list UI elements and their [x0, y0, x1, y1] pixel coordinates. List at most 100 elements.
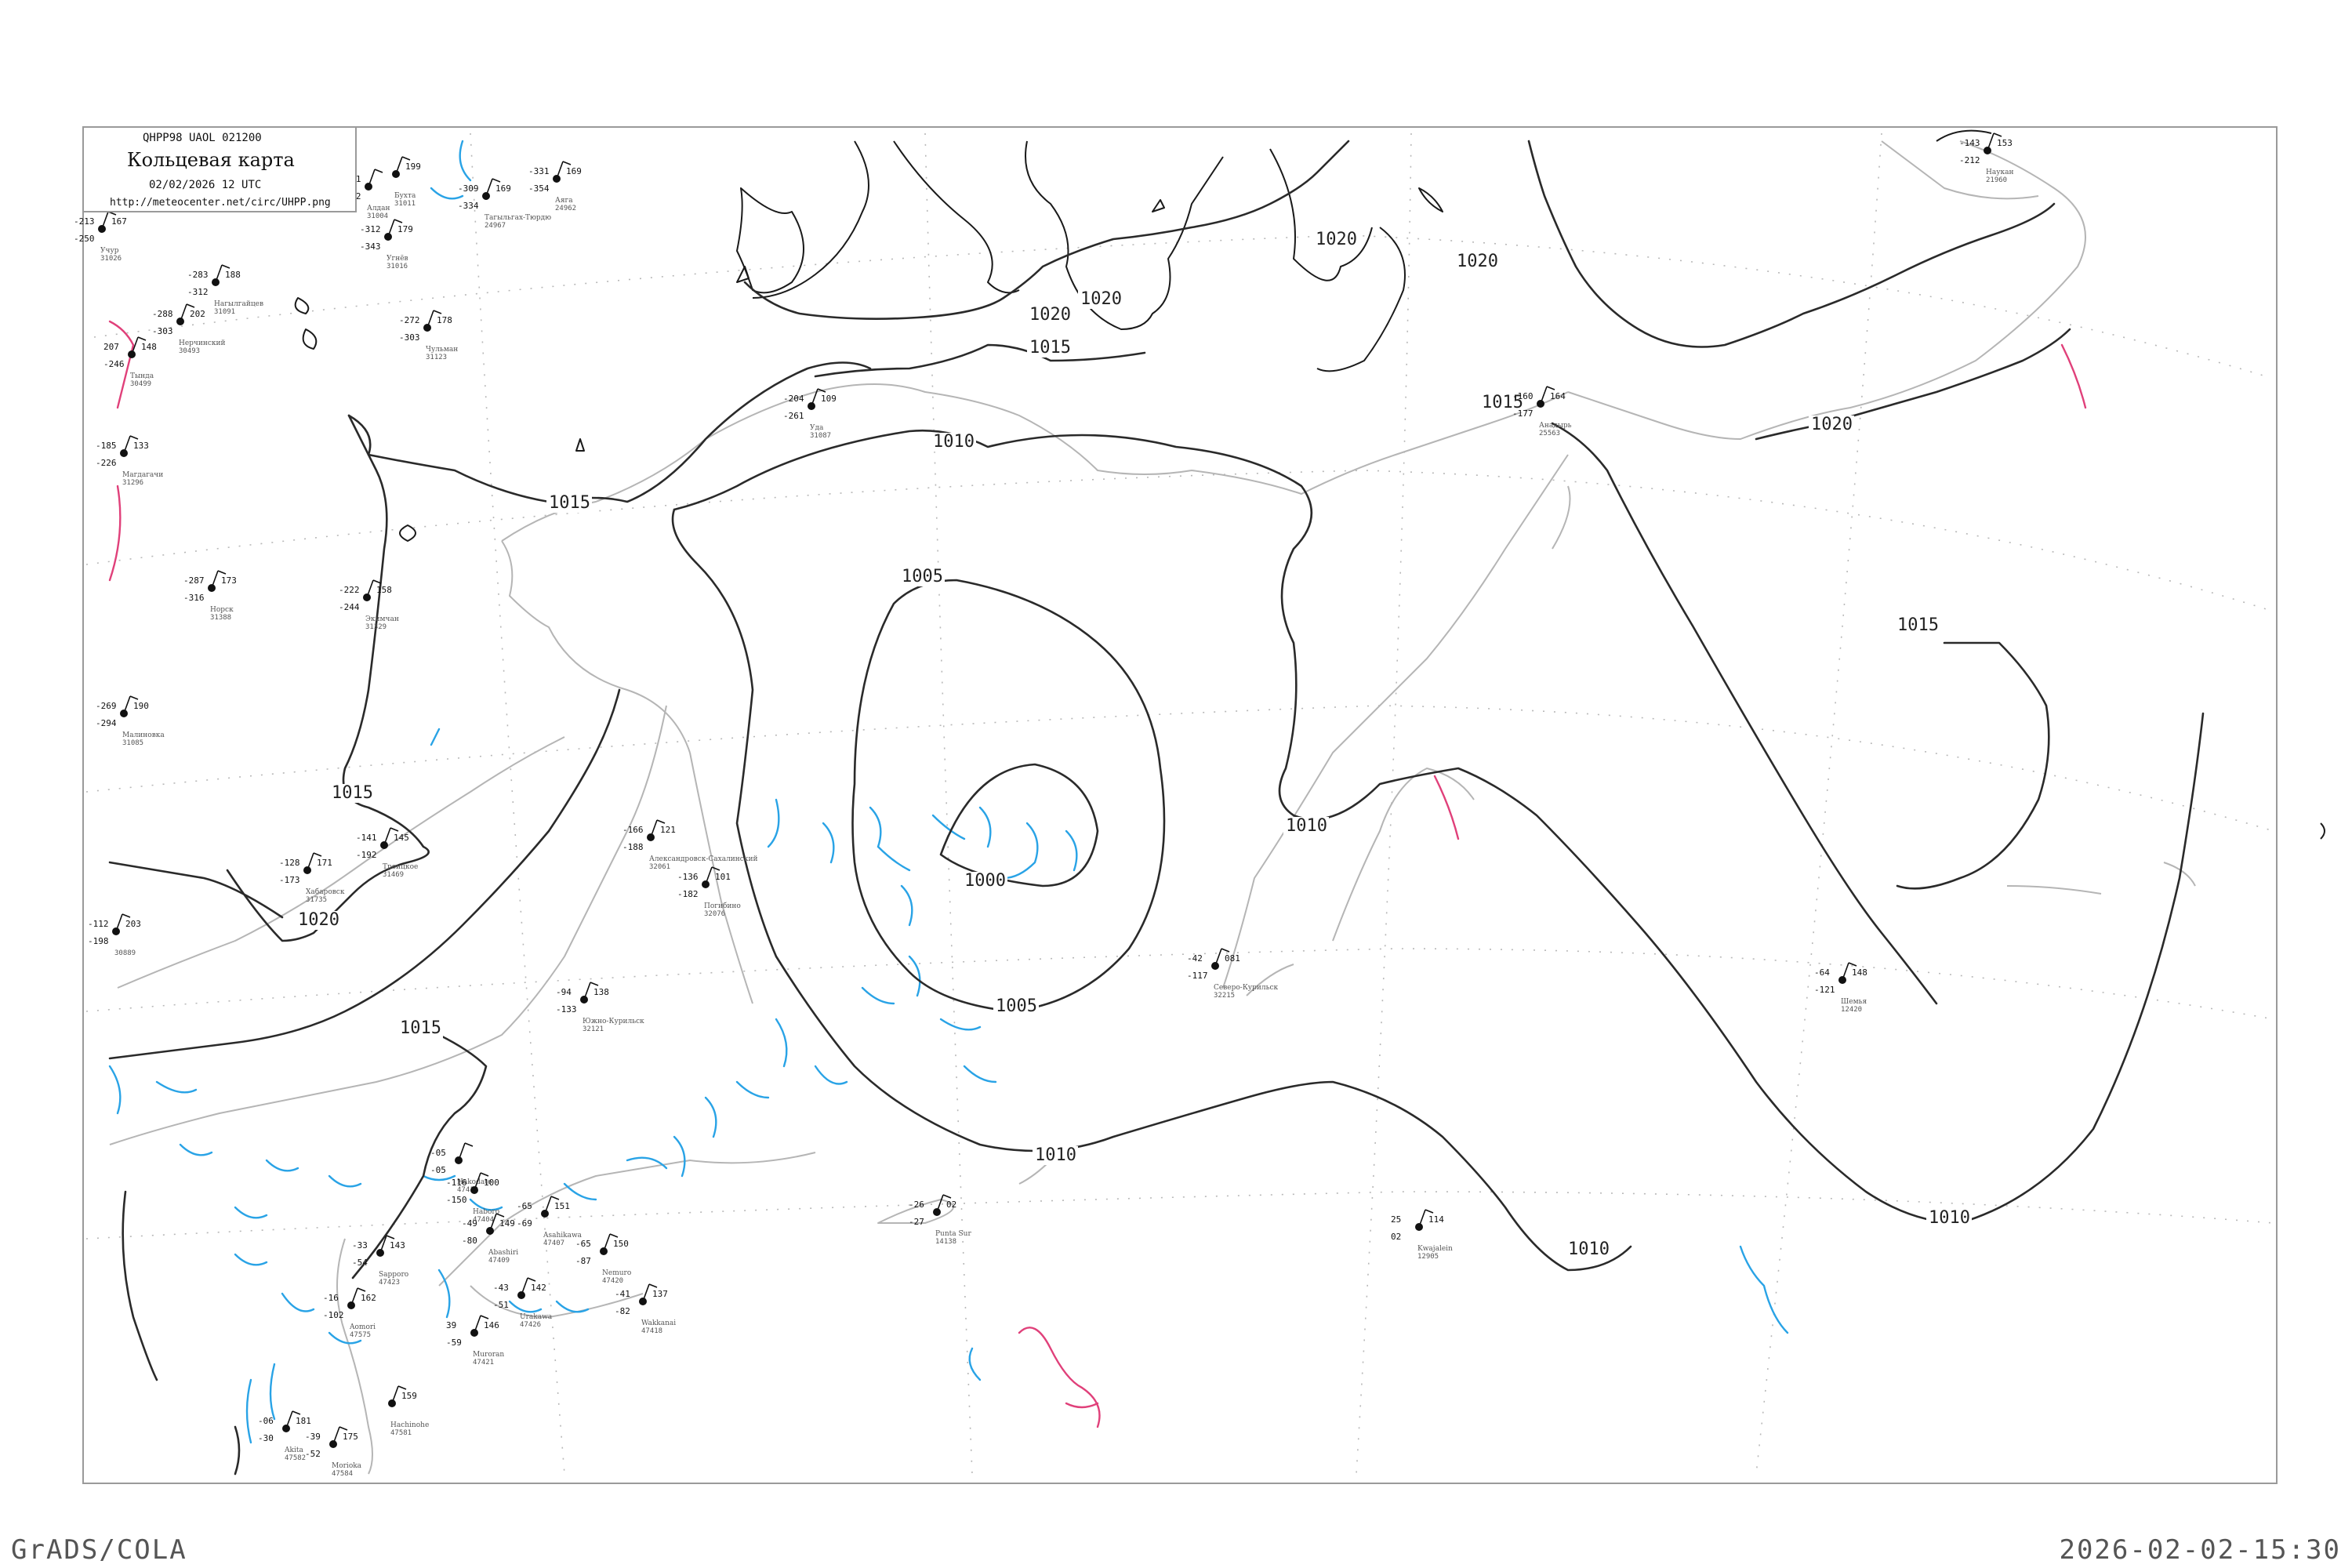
footer-timestamp: 2026-02-02-15:30 [2059, 1534, 2341, 1566]
station-id: 31026 [100, 255, 122, 263]
isobars [108, 140, 2205, 1475]
header-url: http://meteocenter.net/circ/UHPP.png [110, 197, 331, 209]
station-name: Haboro [473, 1208, 499, 1216]
station-plot: -141 145 -192 Троицкое31469 [356, 827, 418, 879]
station-plot: -143 153 -212 Наукан21960 [1959, 132, 2014, 184]
station-temperature: -33 [352, 1240, 368, 1250]
station-pressure: 169 [495, 183, 511, 194]
station-id: 21960 [1986, 176, 2007, 184]
station-temperature: 39 [446, 1320, 456, 1330]
station-id: 47584 [332, 1470, 353, 1478]
isobar-label: 1015 [329, 783, 375, 803]
station-name: Morioka [332, 1462, 362, 1470]
station-temperature: -204 [783, 394, 804, 404]
coastlines [109, 140, 2196, 1475]
station-plot: 25 114 02 Kwajalein12905 [1391, 1209, 1453, 1261]
station-pressure: 100 [484, 1178, 499, 1188]
station-dewpoint: -150 [446, 1195, 467, 1205]
station-pressure: 199 [405, 162, 421, 172]
station-name: Aomori [349, 1323, 376, 1331]
station-pressure: 145 [394, 833, 409, 843]
station-name: Akita [284, 1446, 303, 1454]
station-name: Северо-Курильск [1214, 984, 1279, 992]
isobar-label: 1010 [931, 432, 976, 452]
station-id: 24967 [485, 222, 506, 230]
station-id: 31087 [810, 432, 831, 440]
station-temperature: -64 [1814, 967, 1830, 978]
station-dewpoint: -102 [323, 1310, 344, 1320]
header-code: QHPP98 UAOL 021200 [143, 132, 262, 144]
station-plot: -213 167 -250 Учур31026 [74, 211, 127, 263]
station-pressure: 164 [1550, 391, 1566, 401]
station-dewpoint: -246 [103, 359, 125, 369]
station-name: Nemuro [602, 1269, 631, 1277]
station-pressure: 203 [125, 919, 141, 929]
station-temperature: -269 [96, 701, 117, 711]
station-name: Учур [100, 247, 119, 255]
station-dewpoint: -182 [677, 889, 699, 899]
station-dewpoint: -117 [1187, 971, 1208, 981]
svg-text:1020: 1020 [1457, 252, 1498, 271]
station-pressure: 121 [660, 825, 676, 835]
station-pressure: 175 [343, 1432, 358, 1442]
isobar-label: 1010 [1033, 1145, 1078, 1165]
station-pressure: 167 [111, 216, 127, 227]
station-dewpoint: -198 [88, 936, 109, 946]
station-pressure: 02 [946, 1200, 956, 1210]
station-name: Kwajalein [1417, 1245, 1453, 1253]
svg-text:1010: 1010 [1568, 1240, 1610, 1259]
station-dewpoint: -173 [279, 875, 300, 885]
station-id: 47421 [473, 1359, 494, 1367]
station-plot: -128 171 -173 Хабаровск31735 [279, 852, 345, 904]
isobar-label: 1015 [1895, 615, 1940, 635]
station-name: Троицкое [383, 863, 418, 871]
station-id: 32121 [583, 1025, 604, 1033]
station-pressure: 179 [397, 224, 413, 234]
station-plot: -222 158 -244 Экимчан31329 [339, 579, 399, 631]
station-plot: 159 Hachinohe47581 [388, 1385, 429, 1437]
station-pressure: 150 [613, 1239, 629, 1249]
station-pressure: 114 [1428, 1214, 1444, 1225]
station-plot: -41 137 -82 Wakkanai47418 [615, 1283, 676, 1335]
svg-text:1020: 1020 [1316, 230, 1357, 249]
station-id: 47581 [390, 1429, 412, 1437]
svg-text:1015: 1015 [1897, 615, 1939, 635]
station-name: Нагылгайцев [214, 300, 263, 308]
station-id: 31085 [122, 739, 143, 747]
station-plot: -42 081 -117 Северо-Курильск32215 [1187, 948, 1279, 1000]
isobar-label: 1005 [993, 996, 1039, 1016]
station-dewpoint: -312 [187, 287, 209, 297]
station-temperature: -222 [339, 585, 360, 595]
isobar-label: 1020 [1078, 289, 1123, 309]
station-dewpoint: -261 [783, 411, 804, 421]
station-pressure: 133 [133, 441, 149, 451]
station-name: Шемья [1841, 998, 1867, 1006]
station-plot: -331 169 -354 Аяга24962 [528, 161, 582, 212]
station-temperature: -160 [1512, 391, 1534, 401]
station-name: Малиновка [122, 731, 165, 739]
station-plot: -185 133 -226 Магдагачи31296 [96, 435, 163, 487]
station-dewpoint: -226 [96, 458, 117, 468]
station-dewpoint: -121 [1814, 985, 1835, 995]
station-name: Тагыльгах-Тюрдю [485, 214, 551, 222]
station-id: 12905 [1417, 1253, 1439, 1261]
synoptic-map: 1020 1020 1020 1020 1015 1015 1015 1015 … [11, 126, 2341, 1566]
station-name: Sapporo [379, 1271, 408, 1279]
station-id: 47426 [520, 1321, 541, 1329]
station-name: Тында [130, 372, 154, 380]
station-id: 31296 [122, 479, 143, 487]
station-plot: -39 175 -52 Morioka47584 [305, 1426, 362, 1478]
station-id: 47575 [350, 1331, 371, 1339]
station-pressure: 169 [566, 166, 582, 176]
station-name: Нерчинский [179, 339, 226, 347]
station-dewpoint: -177 [1512, 408, 1534, 419]
station-temperature: -16 [323, 1293, 339, 1303]
station-plot: 199 Бухта31011 [392, 156, 421, 208]
station-dewpoint: -212 [1959, 155, 1980, 165]
station-id: 31735 [306, 896, 327, 904]
station-dewpoint: -51 [493, 1300, 509, 1310]
station-dewpoint: -133 [556, 1004, 577, 1014]
station-plot: -272 178 -303 Чульман31123 [399, 310, 458, 361]
station-dewpoint: 02 [1391, 1232, 1401, 1242]
station-id: 31123 [426, 354, 447, 361]
